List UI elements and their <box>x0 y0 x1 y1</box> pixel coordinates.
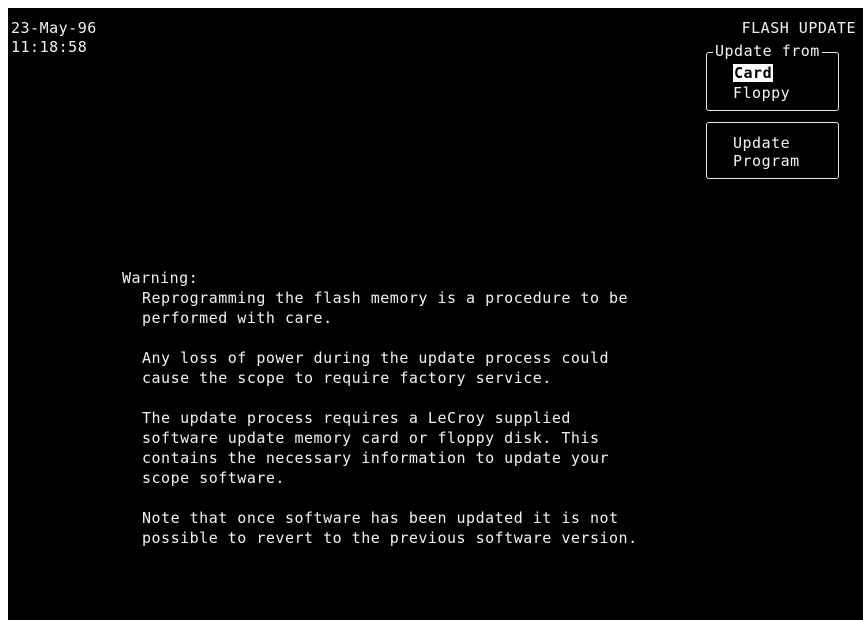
scope-screen: 23-May-96 11:18:58 FLASH UPDATE Update f… <box>8 8 863 620</box>
option-card[interactable]: Card <box>733 64 774 82</box>
warning-paragraph: Reprogramming the flash memory is a proc… <box>142 289 629 327</box>
update-from-selector[interactable]: Update from Card Floppy <box>706 41 839 111</box>
warning-paragraph: The update process requires a LeCroy sup… <box>142 409 610 487</box>
update-program-button[interactable]: Update Program <box>706 122 839 179</box>
warning-paragraph: Note that once software has been updated… <box>142 509 638 547</box>
date-readout: 23-May-96 <box>11 19 97 37</box>
option-floppy[interactable]: Floppy <box>733 84 790 102</box>
menu-title: FLASH UPDATE <box>741 19 856 37</box>
update-from-label: Update from <box>713 41 822 61</box>
update-program-label-line2: Program <box>733 152 800 170</box>
update-program-label-line1: Update <box>733 134 791 152</box>
warning-message: Warning: Reprogramming the flash memory … <box>122 268 638 568</box>
warning-heading: Warning: <box>122 269 199 287</box>
time-readout: 11:18:58 <box>11 38 88 56</box>
warning-paragraph: Any loss of power during the update proc… <box>142 349 610 387</box>
